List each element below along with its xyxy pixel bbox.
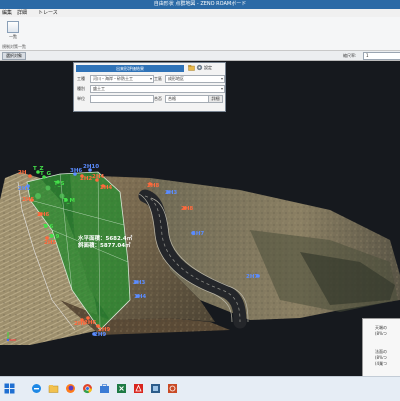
- marker[interactable]: 2H8: [147, 182, 159, 189]
- marker-label: 2H4: [92, 174, 104, 180]
- menu-item-details[interactable]: 詳細: [17, 9, 27, 17]
- marker[interactable]: 2H4: [100, 184, 112, 191]
- marker-label: T_6: [43, 224, 54, 230]
- marker-label: T_S: [54, 181, 65, 187]
- menu-item-edit[interactable]: 編集: [2, 9, 12, 17]
- powerpoint-icon[interactable]: [167, 383, 178, 394]
- evaluation-panel: 出来形評価結果 設定 工種 河川・海岸・砂防土工 工區 成形地区 種別 盛土工 …: [73, 62, 226, 112]
- toolbar: 選択対象 縮尺率: 1: [0, 51, 400, 61]
- judgment-label: 合否: [154, 96, 162, 101]
- marker[interactable]: 2H7: [246, 274, 260, 280]
- marker-label: 2H8: [147, 183, 159, 189]
- area-info-horizontal: 水平面積：5682.4㎡: [78, 234, 133, 242]
- list-button[interactable]: 一覧: [3, 20, 23, 44]
- marker-label: 2H4: [100, 185, 112, 191]
- gear-icon[interactable]: [196, 64, 203, 71]
- folder-icon[interactable]: [188, 64, 195, 71]
- marker-label: 2H1: [18, 186, 30, 192]
- marker[interactable]: 2H3: [133, 280, 145, 286]
- marker-label: 2H6: [37, 212, 49, 218]
- window-title: 自由形状 点群地図 - ZENO ROAMボード: [0, 0, 400, 9]
- windows-icon[interactable]: [4, 383, 15, 394]
- menu-bar: 編集 詳細 トレース: [0, 9, 400, 17]
- legend-text: 天端の: [375, 325, 387, 330]
- marker[interactable]: 2H8: [181, 206, 193, 212]
- marker[interactable]: 2H6: [37, 212, 49, 218]
- work-type-select[interactable]: 河川・海岸・砂防土工: [90, 75, 154, 83]
- judgment-field: 合格: [165, 95, 209, 103]
- marker[interactable]: 2H5: [22, 197, 34, 203]
- marker[interactable]: T_6: [43, 224, 54, 230]
- marker[interactable]: 2H3: [165, 190, 177, 196]
- firefox-icon[interactable]: [65, 383, 76, 394]
- marker[interactable]: 2H2: [80, 174, 92, 182]
- scale-input[interactable]: 1: [363, 52, 400, 60]
- unit-field[interactable]: [90, 95, 154, 103]
- menu-item-trace[interactable]: トレース: [38, 9, 58, 17]
- work-type-label: 工種: [77, 76, 85, 81]
- area-info: 水平面積：5682.4㎡ 斜面積：5877.04㎡: [77, 234, 133, 249]
- explorer-icon[interactable]: [48, 383, 59, 394]
- store-icon[interactable]: [99, 383, 110, 394]
- ribbon: 一覧 規制対策一覧: [0, 17, 400, 51]
- marker-label: 2H10: [83, 164, 99, 170]
- chrome-icon[interactable]: [82, 383, 93, 394]
- marker-label: 2H5: [22, 197, 34, 203]
- marker-label: T_G: [40, 171, 52, 177]
- marker-label: T_M: [63, 198, 75, 204]
- marker-label: 2H6: [74, 321, 86, 327]
- excel-icon[interactable]: [116, 383, 127, 394]
- marker-label: 2H3: [165, 190, 177, 196]
- marker-label: 2H8: [181, 206, 193, 212]
- legend-panel: 天端の (8%つ 法面の (8%つ (4業つ: [362, 318, 400, 376]
- work-label: 工區: [154, 76, 162, 81]
- taskbar: [0, 376, 400, 401]
- category-select[interactable]: 盛土工: [90, 85, 225, 93]
- panel-header: 出来形評価結果: [76, 65, 184, 72]
- legend-text: 法面の: [375, 349, 387, 354]
- marker[interactable]: T_M: [63, 198, 75, 204]
- marker-label: 2H7: [246, 274, 258, 280]
- marker-label: 2H5: [44, 240, 56, 246]
- scale-label: 縮尺率:: [343, 53, 357, 58]
- marker[interactable]: 2H10: [83, 164, 99, 172]
- unit-label: 単位: [77, 96, 85, 101]
- edge-icon[interactable]: [31, 383, 42, 394]
- marker[interactable]: T_S: [54, 180, 65, 187]
- category-label: 種別: [77, 86, 85, 91]
- marker[interactable]: 2H1: [18, 184, 30, 192]
- marker[interactable]: 3H7: [191, 231, 204, 237]
- select-target-button[interactable]: 選択対象: [2, 52, 26, 60]
- marker-label: 3H7: [192, 231, 204, 237]
- legend-text: (8%つ: [375, 331, 387, 336]
- marker-label: 2H3: [133, 280, 145, 286]
- marker-label: 1H4: [134, 294, 146, 300]
- area-info-slope: 斜面積：5877.04㎡: [77, 241, 131, 249]
- settings-label[interactable]: 設定: [204, 64, 212, 72]
- detail-button[interactable]: 詳細: [208, 95, 223, 103]
- app-icon[interactable]: [150, 383, 161, 394]
- work-select[interactable]: 成形地区: [165, 75, 225, 83]
- marker-label: 2H2: [80, 176, 92, 182]
- marker-label: 2H9: [98, 327, 110, 333]
- ribbon-group-label: 規制対策一覧: [2, 44, 26, 49]
- legend-text: (8%つ: [375, 355, 387, 360]
- list-button-label: 一覧: [9, 34, 17, 39]
- marker[interactable]: 1H4: [134, 294, 146, 300]
- list-icon: [7, 21, 19, 33]
- acrobat-icon[interactable]: [133, 383, 144, 394]
- marker-label: 3H6: [70, 168, 82, 174]
- legend-text: (4業つ: [375, 361, 388, 366]
- marker-label: 2H: [18, 170, 27, 176]
